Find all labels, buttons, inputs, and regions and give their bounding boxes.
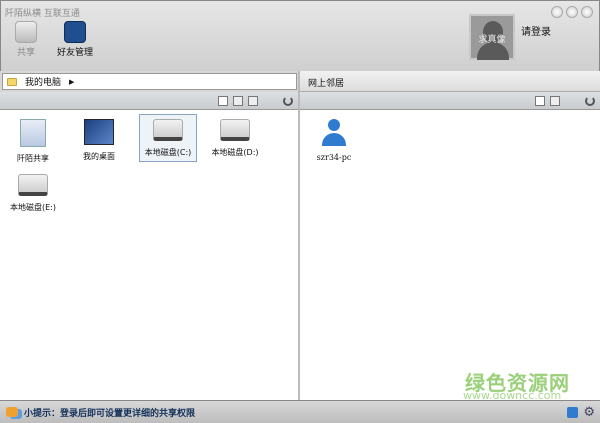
right-view-toolbar	[300, 92, 600, 110]
refresh-icon[interactable]	[283, 95, 293, 106]
address-text: 我的电脑	[25, 78, 62, 88]
left-view-toolbar	[0, 92, 298, 110]
friends-button[interactable]: 好友管理	[57, 21, 93, 58]
network-header: 网上邻居	[300, 71, 600, 92]
user-icon	[321, 119, 347, 147]
list-item[interactable]: 阡陌共享	[4, 115, 62, 164]
share-icon	[15, 21, 37, 43]
close-button[interactable]	[581, 6, 593, 18]
minimize-button[interactable]	[551, 6, 563, 18]
address-input[interactable]: 我的电脑 ▶	[2, 73, 297, 90]
login-link[interactable]: 请登录	[521, 23, 551, 38]
list-view-icon[interactable]	[550, 95, 560, 106]
list-item[interactable]: szr34-pc	[305, 115, 363, 162]
list-item[interactable]: 本地磁盘(E:)	[4, 170, 62, 213]
address-bar: 我的电脑 ▶	[0, 71, 299, 92]
network-pane: szr34-pc	[300, 110, 600, 400]
list-item[interactable]: 本地磁盘(D:)	[206, 115, 264, 158]
app-icon[interactable]	[567, 406, 578, 418]
avatar-label: 求真像	[478, 35, 506, 45]
friends-label: 好友管理	[57, 48, 94, 58]
drive-icon	[18, 174, 48, 196]
my-computer-pane: 阡陌共享 我的桌面 本地磁盘(C:) 本地磁盘(D:) 本地磁盘(E:)	[0, 110, 298, 400]
friends-icon	[64, 21, 86, 43]
item-label: 本地磁盘(C:)	[144, 148, 192, 157]
arrow-right-icon[interactable]: ▶	[69, 78, 74, 86]
item-label: 我的桌面	[83, 152, 115, 161]
share-label: 共享	[16, 48, 35, 58]
desktop-icon	[84, 119, 114, 145]
window-controls	[551, 6, 593, 18]
list-view-icon[interactable]	[233, 95, 243, 106]
refresh-icon[interactable]	[585, 95, 595, 106]
drive-icon	[220, 119, 250, 141]
settings-icon[interactable]: ⚙	[583, 405, 595, 420]
item-label: 本地磁盘(D:)	[211, 148, 259, 157]
status-bar: 小提示：登录后即可设置更详细的共享权限 ⚙	[0, 400, 600, 423]
grid-view-icon[interactable]	[535, 95, 545, 106]
item-label: 本地磁盘(E:)	[10, 203, 56, 212]
details-view-icon[interactable]	[248, 95, 258, 106]
tip-text: 小提示：登录后即可设置更详细的共享权限	[24, 408, 196, 419]
drive-icon	[153, 119, 183, 141]
app-title: 阡陌纵横 互联互通	[5, 9, 80, 19]
item-label: 阡陌共享	[17, 154, 49, 163]
title-bar: 阡陌纵横 互联互通 共享 好友管理 求真像 请登录	[0, 0, 600, 71]
folder-icon	[7, 77, 17, 86]
tip-icon	[6, 407, 18, 417]
item-label: szr34-pc	[316, 153, 352, 162]
maximize-button[interactable]	[566, 6, 578, 18]
large-icons-view-icon[interactable]	[218, 95, 228, 106]
avatar[interactable]: 求真像	[469, 14, 515, 60]
list-item[interactable]: 我的桌面	[70, 115, 128, 162]
list-item[interactable]: 本地磁盘(C:)	[139, 114, 197, 162]
share-button[interactable]: 共享	[15, 21, 37, 58]
share-icon	[20, 119, 46, 147]
